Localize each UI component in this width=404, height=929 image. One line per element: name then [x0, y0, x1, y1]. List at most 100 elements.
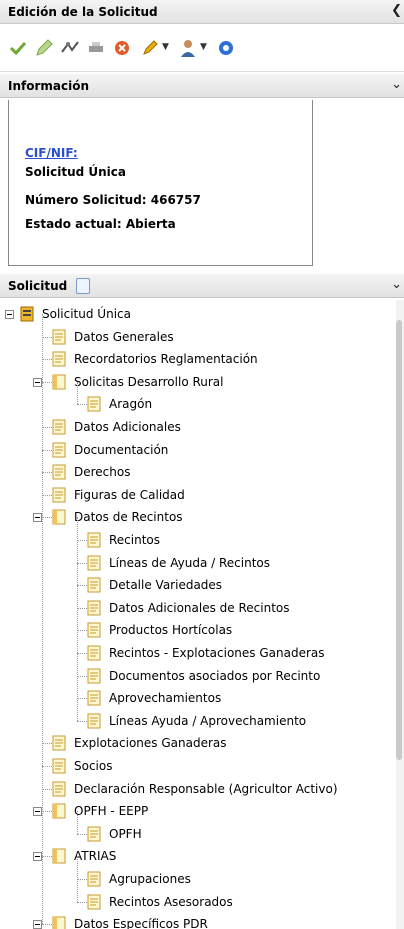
tree-item[interactable]: Líneas de Ayuda / Recintos	[0, 552, 396, 574]
tree-connector	[77, 517, 78, 721]
tree-connector	[42, 494, 52, 496]
tree-connector	[42, 856, 52, 858]
user-icon[interactable]	[178, 38, 198, 58]
tree-item[interactable]: Figuras de Calidad	[0, 484, 396, 506]
tree-item[interactable]: OPFH - EEPP	[0, 800, 396, 822]
cif-link[interactable]: CIF/NIF:	[25, 146, 78, 160]
toolbar: ▼ ▼	[0, 24, 404, 72]
user-dropdown-icon[interactable]: ▼	[200, 42, 207, 52]
tree-item-label: Líneas de Ayuda / Recintos	[109, 555, 271, 570]
tree-item[interactable]: Datos Generales	[0, 326, 396, 348]
solicitud-type: Solicitud Única	[25, 165, 126, 179]
collapse-toggle-icon[interactable]	[33, 513, 42, 523]
tree-connector	[42, 472, 52, 474]
tree-item[interactable]: Solicitud Única	[0, 303, 396, 325]
folder-icon	[52, 916, 66, 929]
tree-item[interactable]: Documentación	[0, 439, 396, 461]
delete-icon[interactable]	[112, 38, 132, 58]
document-icon	[87, 826, 101, 842]
tree-item-label: Datos de Recintos	[74, 510, 183, 525]
folder-icon	[52, 848, 66, 864]
tree-connector	[77, 698, 87, 700]
folder-icon	[52, 374, 66, 390]
tree-item[interactable]: Datos de Recintos	[0, 506, 396, 528]
document-icon	[52, 487, 66, 503]
collapse-toggle-icon[interactable]	[33, 377, 42, 387]
tree-connector	[42, 359, 52, 361]
copy-icon[interactable]	[76, 278, 90, 294]
tree-connector	[77, 630, 87, 632]
document-icon	[87, 600, 101, 616]
tree-item-label: Recintos Asesorados	[109, 894, 233, 909]
collapse-toggle-icon[interactable]	[33, 920, 42, 929]
tree-item[interactable]: Recintos Asesorados	[0, 891, 396, 913]
tree-item[interactable]: Datos Adicionales de Recintos	[0, 597, 396, 619]
tree-item[interactable]: Declaración Responsable (Agricultor Acti…	[0, 778, 396, 800]
tree-item-label: Documentación	[74, 442, 169, 457]
tree-item[interactable]: Explotaciones Ganaderas	[0, 732, 396, 754]
tree-connector	[77, 879, 87, 880]
tree-item[interactable]: Líneas Ayuda / Aprovechamiento	[0, 710, 396, 732]
tree-connector	[77, 585, 87, 587]
document-icon	[87, 713, 101, 729]
info-section-header[interactable]: Información ⌄	[0, 74, 404, 98]
tree-connector	[77, 381, 78, 405]
tree-item[interactable]: Documentos asociados por Recinto	[0, 665, 396, 687]
tree-item[interactable]: Datos Adicionales	[0, 416, 396, 438]
scrollbar-thumb[interactable]	[396, 320, 402, 760]
links-icon[interactable]	[60, 38, 80, 58]
document-icon	[52, 464, 66, 480]
tree-item-label: Derechos	[74, 465, 131, 480]
tree-item[interactable]: Recordatorios Reglamentación	[0, 348, 396, 370]
tree-item-label: Recintos - Explotaciones Ganaderas	[109, 646, 325, 660]
tree-item[interactable]: OPFH	[0, 823, 396, 845]
print-icon[interactable]	[86, 38, 106, 58]
collapse-toggle-icon[interactable]	[33, 852, 42, 862]
document-icon	[87, 668, 101, 684]
tree-scrollbar[interactable]	[396, 300, 404, 929]
tree-item[interactable]: Aragón	[0, 393, 396, 415]
tree-item[interactable]: Recintos	[0, 529, 396, 551]
tree-connector	[42, 336, 52, 338]
tree-item-label: Datos Específicos PDR	[74, 917, 208, 929]
tree-connector	[42, 381, 52, 383]
document-icon	[87, 532, 101, 548]
tree-item[interactable]: Datos Específicos PDR	[0, 913, 396, 929]
tree-connector	[42, 766, 52, 767]
document-icon	[87, 871, 101, 887]
tree-item[interactable]: Solicitas Desarrollo Rural	[0, 371, 396, 393]
tree-item[interactable]: Agrupaciones	[0, 868, 396, 890]
collapse-toggle-icon[interactable]	[5, 310, 14, 319]
tree-connector	[42, 788, 52, 790]
collapse-chevron-icon[interactable]: ❮	[391, 3, 402, 18]
folder-icon	[52, 803, 66, 819]
edit-icon[interactable]	[34, 38, 54, 58]
tree-item[interactable]: Aprovechamientos	[0, 687, 396, 709]
tree-item-label: Declaración Responsable (Agricultor Acti…	[74, 781, 338, 796]
document-icon	[87, 622, 101, 638]
tree-item-label: Aprovechamientos	[109, 691, 222, 706]
chevron-down-icon[interactable]: ⌄	[391, 77, 402, 92]
solicitud-section-title: Solicitud	[8, 279, 68, 293]
tree-connector	[77, 540, 87, 541]
pencil-dropdown-icon[interactable]: ▼	[162, 42, 169, 52]
tree-item[interactable]: Socios	[0, 755, 396, 777]
document-icon	[87, 690, 101, 706]
check-icon[interactable]	[8, 38, 28, 58]
chevron-down-icon[interactable]: ⌄	[391, 277, 402, 292]
document-icon	[87, 577, 101, 593]
collapse-toggle-icon[interactable]	[33, 807, 42, 817]
solicitud-icon	[20, 306, 34, 322]
tree-item[interactable]: Detalle Variedades	[0, 574, 396, 596]
tree-item[interactable]: Derechos	[0, 461, 396, 483]
tree-connector	[77, 653, 87, 654]
tree-item-label: Datos Adicionales	[74, 420, 181, 434]
tree-item[interactable]: Productos Hortícolas	[0, 619, 396, 641]
tree-item[interactable]: ATRIAS	[0, 845, 396, 867]
info-icon[interactable]	[216, 38, 236, 58]
tree-item[interactable]: Recintos - Explotaciones Ganaderas	[0, 642, 396, 664]
document-icon	[52, 735, 66, 751]
tree-item-label: Explotaciones Ganaderas	[74, 736, 227, 751]
pencil-icon[interactable]	[140, 38, 160, 58]
solicitud-section-header[interactable]: Solicitud ⌄	[0, 274, 404, 298]
